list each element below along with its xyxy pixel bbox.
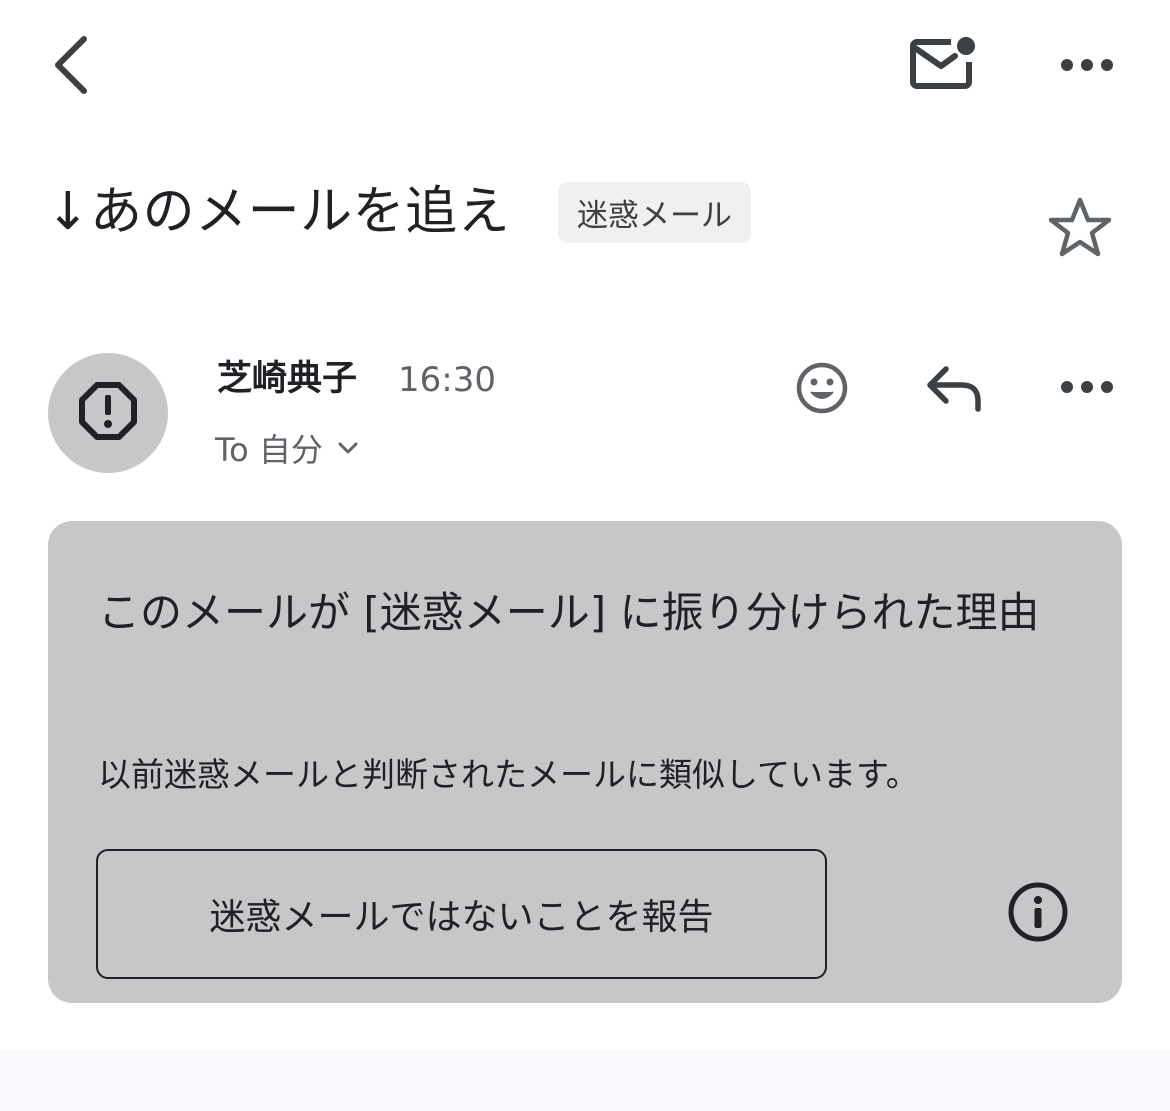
sender-avatar[interactable] <box>48 353 168 473</box>
reply-icon <box>924 363 984 417</box>
chevron-down-icon <box>337 441 359 455</box>
reply-button[interactable] <box>912 350 996 430</box>
info-icon <box>1007 881 1069 947</box>
more-options-button[interactable] <box>1045 35 1129 99</box>
spam-notice-title: このメールが [迷惑メール] に振り分けられた理由 <box>98 588 1040 637</box>
more-horizontal-icon <box>1059 57 1115 77</box>
mark-unread-button[interactable] <box>900 28 984 104</box>
spam-octagon-icon <box>78 381 138 445</box>
spam-notice-description: 以前迷惑メールと判断されたメールに類似しています。 <box>98 755 919 794</box>
mail-unread-icon <box>907 34 977 98</box>
more-horizontal-icon <box>1059 379 1115 399</box>
bottom-area <box>0 1050 1170 1111</box>
back-button[interactable] <box>30 22 110 112</box>
message-more-options-button[interactable] <box>1045 357 1129 421</box>
message-time: 16:30 <box>398 360 496 400</box>
star-button[interactable] <box>1035 185 1125 275</box>
star-outline-icon <box>1047 196 1113 264</box>
chevron-left-icon <box>48 33 92 101</box>
email-subject: ↓あのメールを追え <box>46 182 511 242</box>
recipient-label: To 自分 <box>215 431 323 469</box>
spam-label-chip[interactable]: 迷惑メール <box>558 182 751 243</box>
recipient-details-toggle[interactable]: To 自分 <box>215 422 359 474</box>
sender-name: 芝崎典子 <box>217 359 358 399</box>
add-reaction-button[interactable] <box>782 350 862 430</box>
report-not-spam-button[interactable]: 迷惑メールではないことを報告 <box>96 849 827 979</box>
smiley-icon <box>794 360 850 420</box>
spam-info-button[interactable] <box>1003 879 1073 949</box>
